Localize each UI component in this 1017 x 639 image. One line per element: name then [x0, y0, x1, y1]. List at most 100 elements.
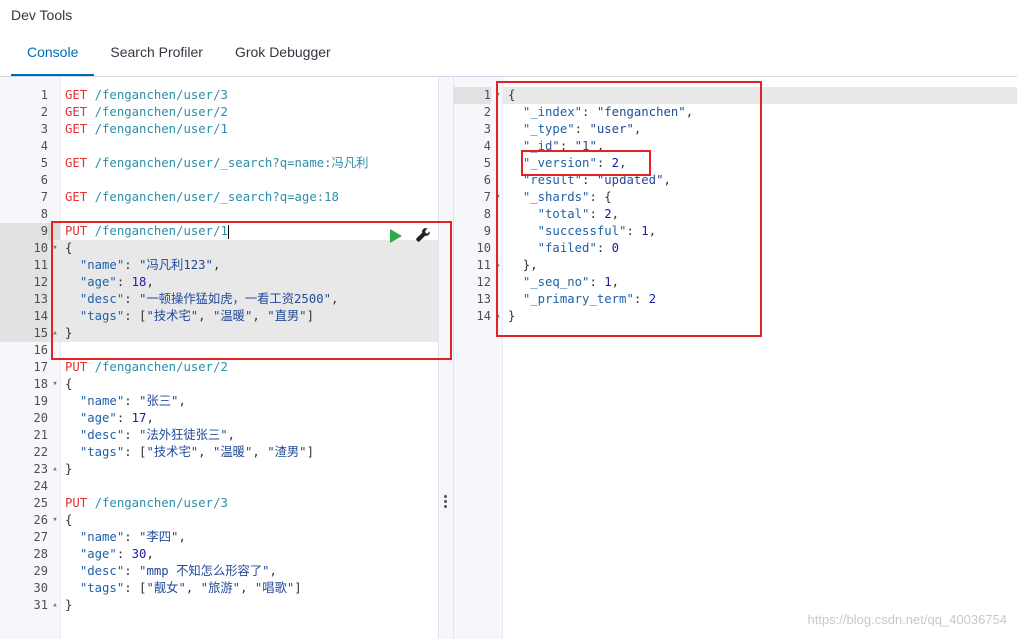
code-text: PUT /fenganchen/user/3 [65, 496, 228, 510]
code-text: "_primary_term": 2 [522, 292, 657, 306]
request-line: 10 ▾ { [0, 240, 438, 257]
response-line: 2 "_index": "fenganchen", [454, 104, 1017, 121]
line-number: 18 [33, 377, 48, 391]
code-text: "name": "张三", [79, 394, 186, 408]
line-number: 31 [33, 598, 48, 612]
fold-toggle-icon[interactable]: ▾ [50, 512, 60, 529]
code-text: "age": 18, [79, 275, 154, 289]
line-number: 2 [483, 105, 491, 119]
fold-toggle-icon[interactable]: ▾ [493, 189, 503, 206]
code-text: "successful": 1, [537, 224, 657, 238]
response-line: 6 "result": "updated", [454, 172, 1017, 189]
line-number: 8 [483, 207, 491, 221]
response-line: 14 ▴} [454, 308, 1017, 325]
line-number: 7 [40, 190, 48, 204]
code-text: } [508, 309, 516, 323]
code-text: } [65, 598, 73, 612]
watermark: https://blog.csdn.net/qq_40036754 [807, 612, 1008, 627]
line-number: 11 [476, 258, 491, 272]
request-line: 6 [0, 172, 438, 189]
request-line: 22 "tags": ["技术宅", "温暖", "渣男"] [0, 444, 438, 461]
request-line: 15 ▴} [0, 325, 438, 342]
request-line: 12 "age": 18, [0, 274, 438, 291]
tab-grok-debugger[interactable]: Grok Debugger [219, 34, 347, 76]
line-number: 28 [33, 547, 48, 561]
request-line: 4 [0, 138, 438, 155]
line-number: 10 [476, 241, 491, 255]
tab-search-profiler[interactable]: Search Profiler [94, 34, 219, 76]
tab-console[interactable]: Console [11, 34, 95, 76]
request-line: 9 PUT /fenganchen/user/1 [0, 223, 438, 240]
code-text: "_seq_no": 1, [522, 275, 620, 289]
request-line: 31 ▴} [0, 597, 438, 614]
fold-toggle-icon[interactable]: ▾ [50, 376, 60, 393]
response-line: 7 ▾ "_shards": { [454, 189, 1017, 206]
vertical-dots-icon[interactable] [444, 495, 448, 509]
line-number: 3 [483, 122, 491, 136]
code-text: "tags": ["靓女", "旅游", "唱歌"] [79, 581, 302, 595]
response-line: 5 "_version": 2, [454, 155, 1017, 172]
line-number: 27 [33, 530, 48, 544]
line-number: 14 [0, 308, 48, 325]
request-editor-lines[interactable]: 1 GET /fenganchen/user/3 2 GET /fenganchen/… [0, 87, 438, 614]
line-number: 1 [454, 87, 491, 104]
request-editor[interactable]: 1 GET /fenganchen/user/3 2 GET /fenganchen/… [0, 77, 438, 639]
request-line: 23 ▴} [0, 461, 438, 478]
request-line: 28 "age": 30, [0, 546, 438, 563]
request-line: 26 ▾ { [0, 512, 438, 529]
line-number: 16 [33, 343, 48, 357]
line-number: 22 [33, 445, 48, 459]
code-text: "_type": "user", [522, 122, 642, 136]
pane-splitter[interactable] [438, 77, 454, 639]
request-line: 21 "desc": "法外狂徒张三", [0, 427, 438, 444]
app-title: Dev Tools [11, 7, 73, 23]
code-text: "desc": "法外狂徒张三", [79, 428, 236, 442]
fold-toggle-icon[interactable]: ▴ [493, 308, 503, 325]
play-icon[interactable] [390, 229, 402, 243]
code-text: GET /fenganchen/user/2 [65, 105, 228, 119]
response-line: 4 "_id": "1", [454, 138, 1017, 155]
fold-toggle-icon[interactable]: ▴ [493, 257, 503, 274]
code-text: PUT /fenganchen/user/2 [65, 360, 228, 374]
response-line: 9 "successful": 1, [454, 223, 1017, 240]
line-number: 3 [40, 122, 48, 136]
line-number: 25 [33, 496, 48, 510]
code-text: "_shards": { [522, 190, 612, 204]
fold-toggle-icon[interactable]: ▴ [50, 325, 60, 342]
line-number: 29 [33, 564, 48, 578]
line-number: 20 [33, 411, 48, 425]
code-text: } [65, 326, 73, 340]
request-line: 11 "name": "冯凡利123", [0, 257, 438, 274]
code-text: "desc": "mmp 不知怎么形容了", [79, 564, 277, 578]
code-text: "result": "updated", [522, 173, 671, 187]
request-line: 27 "name": "李四", [0, 529, 438, 546]
code-text: "tags": ["技术宅", "温暖", "渣男"] [79, 445, 314, 459]
line-number: 9 [0, 223, 48, 240]
code-text: GET /fenganchen/user/_search?q=age:18 [65, 190, 339, 204]
fold-toggle-icon[interactable]: ▾ [50, 240, 60, 257]
request-line: 14 "tags": ["技术宅", "温暖", "直男"] [0, 308, 438, 325]
response-viewer-lines: 1 ▾{2 "_index": "fenganchen", 3 "_type": "… [454, 87, 1017, 325]
line-number: 24 [33, 479, 48, 493]
line-number: 23 [33, 462, 48, 476]
code-text: "_index": "fenganchen", [522, 105, 694, 119]
fold-toggle-icon[interactable]: ▴ [50, 461, 60, 478]
line-number: 30 [33, 581, 48, 595]
response-viewer[interactable]: 1 ▾{2 "_index": "fenganchen", 3 "_type": "… [454, 77, 1017, 639]
line-number: 15 [0, 325, 48, 342]
request-line: 1 GET /fenganchen/user/3 [0, 87, 438, 104]
code-text: "name": "李四", [79, 530, 186, 544]
request-line: 13 "desc": "一顿操作猛如虎，一看工资2500", [0, 291, 438, 308]
line-number: 5 [483, 156, 491, 170]
fold-toggle-icon[interactable]: ▴ [50, 597, 60, 614]
line-number: 6 [40, 173, 48, 187]
line-number: 26 [33, 513, 48, 527]
response-line: 13 "_primary_term": 2 [454, 291, 1017, 308]
fold-toggle-icon[interactable]: ▾ [493, 87, 503, 104]
wrench-icon[interactable] [414, 226, 432, 244]
line-number: 17 [33, 360, 48, 374]
line-number: 13 [476, 292, 491, 306]
response-line: 1 ▾ { [454, 87, 1017, 104]
line-number: 14 [476, 309, 491, 323]
code-text: "_id": "1", [522, 139, 605, 153]
